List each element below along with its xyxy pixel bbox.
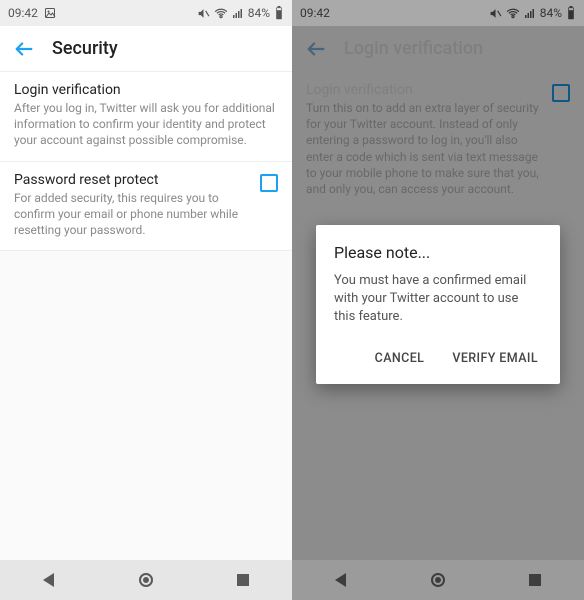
app-header: Security [0, 26, 292, 72]
status-bar: 09:42 84% [292, 0, 584, 26]
status-bar: 09:42 84% [0, 0, 292, 26]
wifi-icon [506, 6, 520, 20]
android-nav-bar [292, 560, 584, 600]
battery-text: 84% [540, 6, 562, 20]
mute-icon [197, 7, 210, 20]
nav-home-button[interactable] [418, 560, 458, 600]
confirm-email-dialog: Please note... You must have a confirmed… [316, 225, 560, 384]
setting-desc: For added security, this requires you to… [14, 190, 252, 239]
android-nav-bar [0, 560, 292, 600]
phone-login-verification-screen: 09:42 84% Login verification [292, 0, 584, 600]
mute-icon [489, 7, 502, 20]
battery-icon [274, 6, 284, 20]
page-title: Security [52, 38, 118, 59]
clock-text: 09:42 [8, 6, 38, 20]
circle-home-icon [139, 573, 153, 587]
setting-desc: After you log in, Twitter will ask you f… [14, 100, 278, 149]
signal-icon [524, 7, 536, 19]
nav-back-button[interactable] [29, 560, 69, 600]
clock-text: 09:42 [300, 6, 330, 20]
setting-title: Login verification [14, 82, 278, 98]
image-icon [44, 7, 56, 19]
square-recents-icon [237, 574, 249, 586]
setting-title: Password reset protect [14, 172, 252, 188]
phone-security-screen: 09:42 84% Security [0, 0, 292, 600]
nav-back-button[interactable] [321, 560, 361, 600]
password-reset-checkbox[interactable] [260, 174, 278, 192]
nav-recents-button[interactable] [515, 560, 555, 600]
circle-home-icon [431, 573, 445, 587]
setting-login-verification[interactable]: Login verification After you log in, Twi… [0, 72, 292, 162]
triangle-back-icon [335, 573, 346, 587]
battery-text: 84% [248, 6, 270, 20]
setting-password-reset-protect[interactable]: Password reset protect For added securit… [0, 162, 292, 252]
square-recents-icon [529, 574, 541, 586]
nav-recents-button[interactable] [223, 560, 263, 600]
settings-content: Login verification After you log in, Twi… [0, 72, 292, 560]
triangle-back-icon [43, 573, 54, 587]
battery-icon [566, 6, 576, 20]
cancel-button[interactable]: CANCEL [371, 343, 429, 374]
nav-home-button[interactable] [126, 560, 166, 600]
dialog-body: You must have a confirmed email with you… [334, 272, 542, 327]
arrow-left-icon [13, 38, 35, 60]
dialog-title: Please note... [334, 243, 542, 262]
signal-icon [232, 7, 244, 19]
verify-email-button[interactable]: VERIFY EMAIL [448, 343, 542, 374]
back-button[interactable] [10, 35, 38, 63]
wifi-icon [214, 6, 228, 20]
